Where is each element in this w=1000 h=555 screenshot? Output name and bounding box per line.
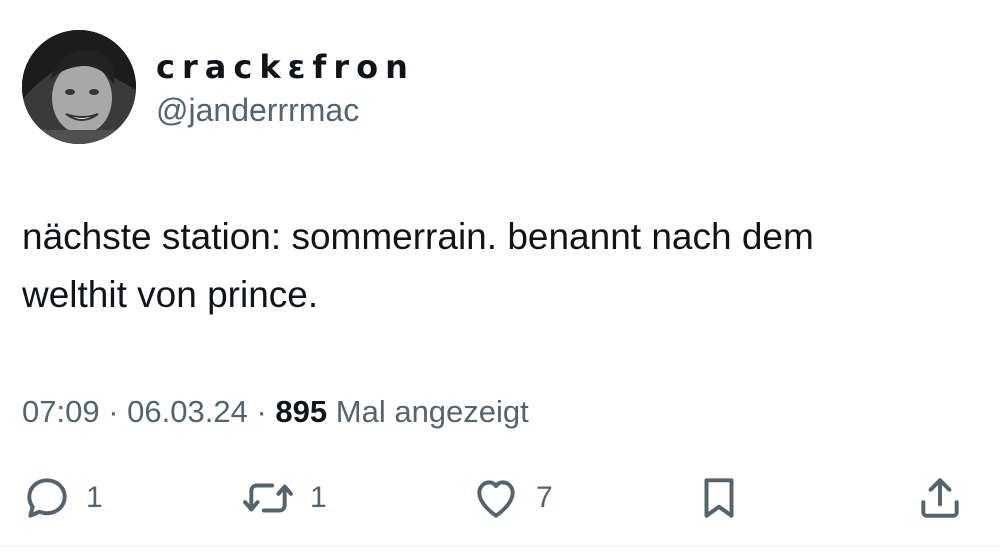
tweet-text-line: nächste station: sommerrain. benannt nac… [22, 216, 814, 257]
reply-icon [27, 478, 67, 518]
tweet-header: crackεfron @janderrrmac [22, 30, 922, 146]
avatar-image [22, 30, 136, 144]
reply-button[interactable]: 1 [22, 470, 103, 526]
meta-separator: · [108, 394, 119, 429]
bookmark-icon [704, 478, 734, 518]
meta-separator: · [256, 394, 267, 429]
avatar[interactable] [22, 30, 136, 144]
repost-count: 1 [310, 481, 327, 514]
share-button[interactable] [914, 470, 966, 526]
user-handle[interactable]: @janderrrmac [156, 90, 415, 130]
views-count: 895 [275, 394, 328, 429]
bookmark-button[interactable] [694, 470, 744, 526]
views-label: Mal angezeigt [335, 394, 529, 429]
tweet-text-line: welthit von prince. [22, 274, 319, 315]
divider [0, 545, 1000, 546]
tweet-text: nächste station: sommerrain. benannt nac… [22, 208, 972, 324]
reply-count: 1 [86, 481, 103, 514]
action-bar: 1 1 7 [0, 470, 1000, 530]
tweet-meta: 07:09 · 06.03.24 · 895 Mal angezeigt [22, 390, 529, 434]
heart-icon [477, 480, 515, 518]
repost-button[interactable]: 1 [240, 470, 327, 526]
share-icon [921, 478, 959, 518]
like-count: 7 [536, 481, 553, 514]
like-button[interactable]: 7 [470, 470, 553, 526]
tweet-time[interactable]: 07:09 [22, 394, 100, 429]
repost-icon [243, 483, 293, 513]
tweet-date[interactable]: 06.03.24 [127, 394, 248, 429]
display-name[interactable]: crackεfron [156, 48, 415, 86]
